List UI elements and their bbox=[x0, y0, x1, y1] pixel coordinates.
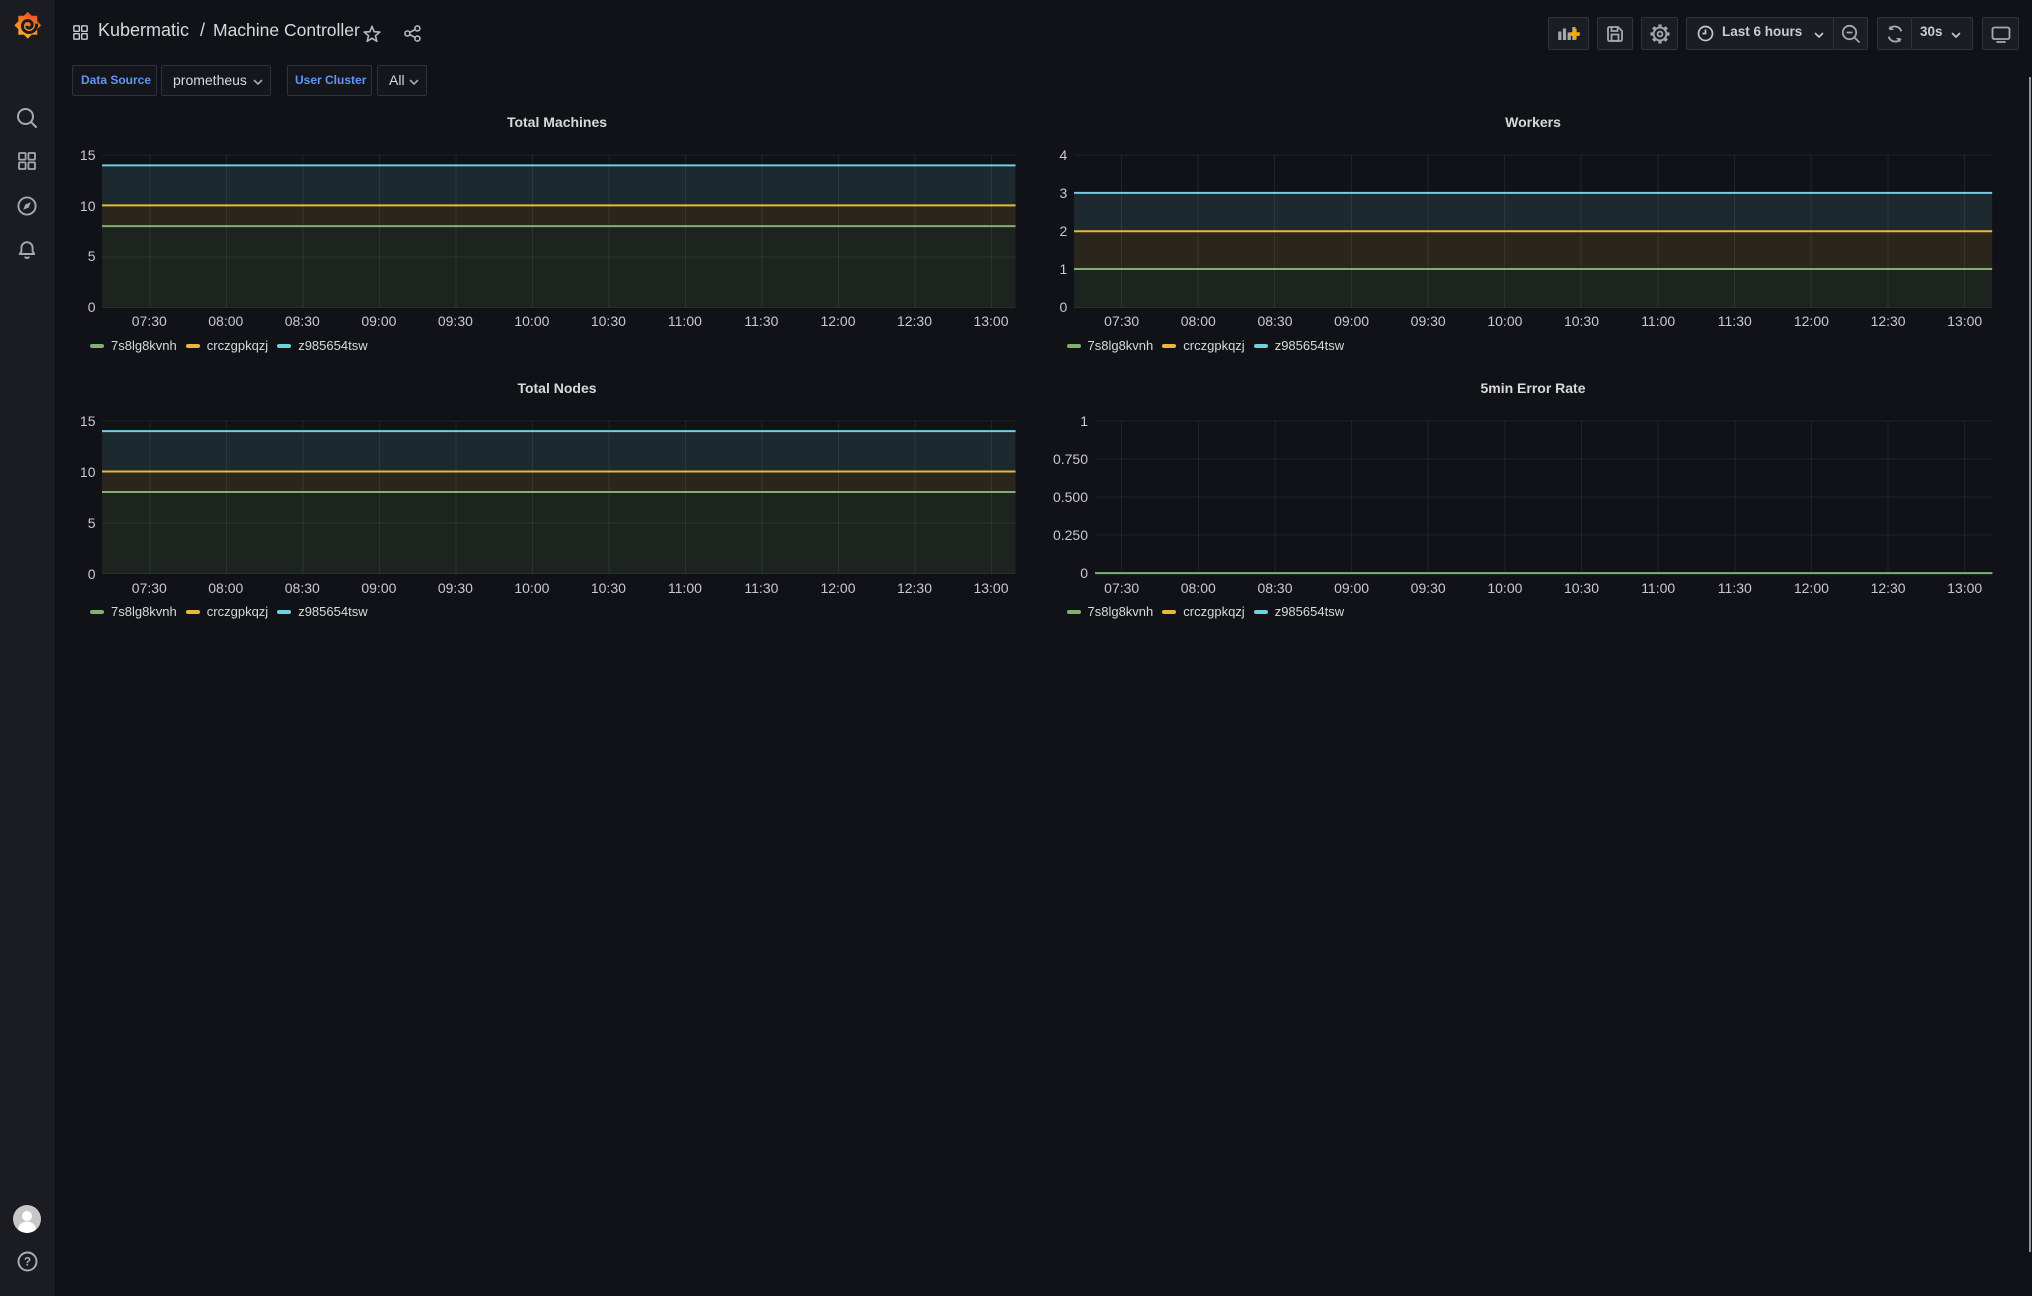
svg-text:?: ? bbox=[24, 1257, 31, 1269]
